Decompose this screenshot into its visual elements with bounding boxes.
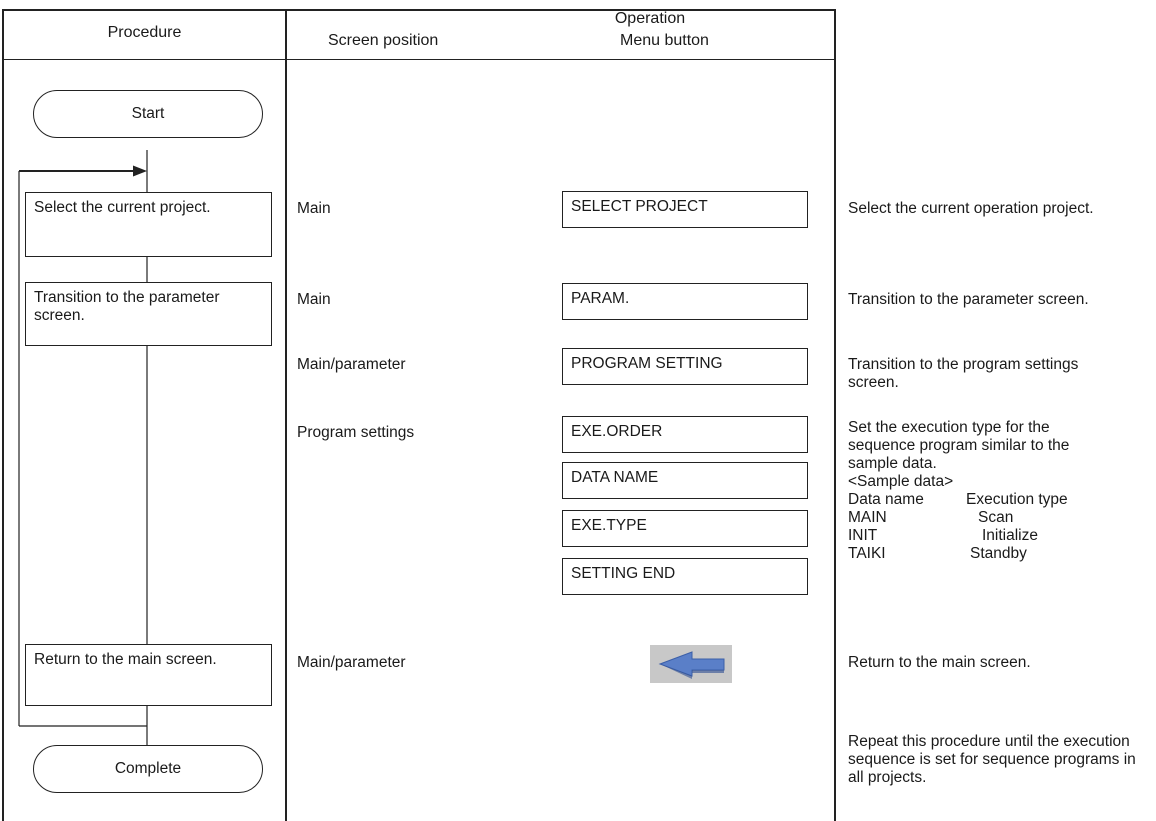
desc-5: Return to the main screen. bbox=[848, 654, 1031, 671]
screen-position-2: Main bbox=[297, 291, 331, 308]
back-arrow-button[interactable] bbox=[650, 645, 732, 683]
step-select-project: Select the current project. bbox=[25, 192, 272, 257]
data-name-button[interactable]: DATA NAME bbox=[562, 462, 808, 499]
screen-position-4: Program settings bbox=[297, 424, 415, 441]
table-frame-right bbox=[285, 9, 836, 821]
sample-row-type: Scan bbox=[978, 509, 1014, 526]
desc-1: Select the current operation project. bbox=[848, 200, 1094, 217]
sample-header-name: Data name bbox=[848, 491, 924, 508]
sample-row-name: MAIN bbox=[848, 509, 887, 526]
select-project-button[interactable]: SELECT PROJECT bbox=[562, 191, 808, 228]
program-setting-button[interactable]: PROGRAM SETTING bbox=[562, 348, 808, 385]
sample-row-type: Initialize bbox=[982, 527, 1038, 544]
header-menu-button: Menu button bbox=[620, 32, 709, 49]
desc-4: Set the execution type for the sequence … bbox=[848, 419, 1070, 472]
screen-position-3: Main/parameter bbox=[297, 356, 406, 373]
start-terminator: Start bbox=[33, 90, 263, 138]
start-label: Start bbox=[131, 105, 165, 122]
step-transition-parameter: Transition to the parameter screen. bbox=[25, 282, 272, 346]
complete-label: Complete bbox=[114, 760, 182, 777]
exe-type-button[interactable]: EXE.TYPE bbox=[562, 510, 808, 547]
back-arrow-icon bbox=[658, 651, 725, 679]
desc-3: Transition to the program settings scree… bbox=[848, 356, 1079, 391]
complete-terminator: Complete bbox=[33, 745, 263, 793]
sample-row-type: Standby bbox=[970, 545, 1027, 562]
header-screen-position: Screen position bbox=[328, 32, 439, 49]
loop-arrowhead bbox=[133, 165, 147, 177]
step-return-main: Return to the main screen. bbox=[25, 644, 272, 706]
param-button[interactable]: PARAM. bbox=[562, 283, 808, 320]
sample-data-title: <Sample data> bbox=[848, 473, 954, 490]
setting-end-button[interactable]: SETTING END bbox=[562, 558, 808, 595]
desc-2: Transition to the parameter screen. bbox=[848, 291, 1089, 308]
exe-order-button[interactable]: EXE.ORDER bbox=[562, 416, 808, 453]
repeat-note: Repeat this procedure until the executio… bbox=[848, 733, 1136, 786]
sample-row-name: INIT bbox=[848, 527, 878, 544]
sample-header-type: Execution type bbox=[966, 491, 1068, 508]
screen-position-1: Main bbox=[297, 200, 331, 217]
screen-position-5: Main/parameter bbox=[297, 654, 406, 671]
header-operation: Operation bbox=[614, 10, 686, 27]
sample-row-name: TAIKI bbox=[848, 545, 886, 562]
